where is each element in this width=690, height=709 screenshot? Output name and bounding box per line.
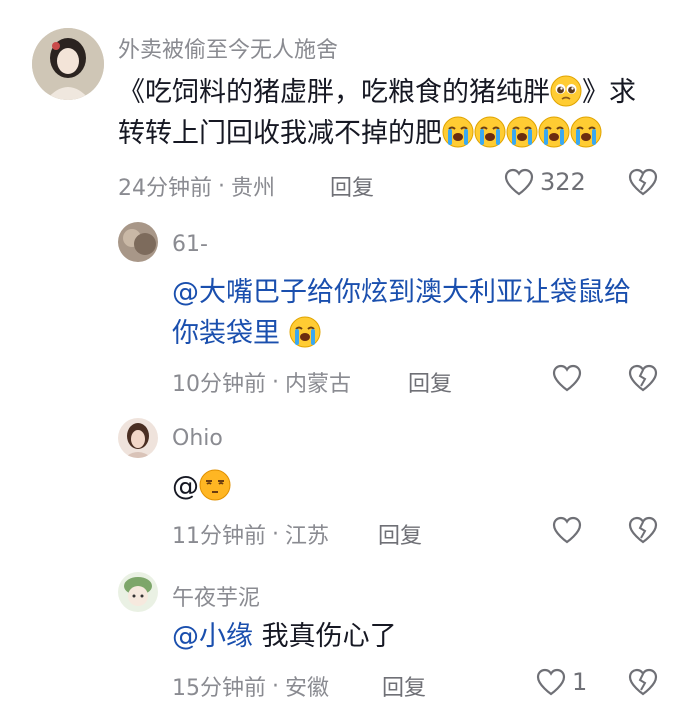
reply-meta: 15分钟前 · 安徽	[172, 670, 329, 702]
comment-text-line1: 《吃饲料的猪虚胖，吃粮食的猪纯胖	[118, 77, 550, 108]
meta-separator: ·	[272, 673, 279, 699]
reply-time: 15分钟前	[172, 676, 266, 701]
avatar[interactable]	[118, 572, 158, 612]
like-button[interactable]	[552, 516, 588, 544]
heart-icon	[504, 168, 534, 196]
mention-link[interactable]: @	[172, 471, 199, 502]
comment-text: 《吃饲料的猪虚胖，吃粮食的猪纯胖 》求 转转上门回收我减不掉的肥	[118, 72, 678, 154]
reply-text: @	[172, 466, 682, 507]
meta-separator: ·	[272, 521, 279, 547]
dislike-button[interactable]	[628, 364, 658, 396]
reply-location: 江苏	[285, 524, 330, 549]
broken-heart-icon	[628, 168, 658, 196]
avatar-image	[118, 418, 158, 458]
comment-text-line2: 转转上门回收我减不掉的肥	[118, 118, 442, 149]
avatar[interactable]	[118, 222, 158, 262]
reply-meta: 10分钟前 · 内蒙古	[172, 366, 351, 398]
reply-item: 午夜芋泥 @小缘 我真伤心了 15分钟前 · 安徽 回复 1	[0, 560, 690, 709]
like-button[interactable]: 1	[536, 668, 587, 696]
reply-text: @大嘴巴子给你炫到澳大利亚让袋鼠给 你装袋里	[172, 272, 682, 354]
heart-icon	[552, 364, 582, 392]
comment-text-line1-tail: 》求	[582, 77, 636, 108]
like-button[interactable]	[552, 364, 588, 392]
loudly-crying-face-icon	[570, 116, 602, 148]
reply-button[interactable]: 回复	[382, 670, 426, 702]
avatar[interactable]	[32, 28, 104, 100]
reply-username[interactable]: Ohio	[172, 426, 223, 451]
dislike-button[interactable]	[628, 668, 658, 700]
reply-location: 安徽	[285, 676, 330, 701]
reply-time: 11分钟前	[172, 524, 266, 549]
like-button[interactable]: 322	[504, 168, 586, 196]
loudly-crying-face-icon	[506, 116, 538, 148]
dislike-button[interactable]	[628, 516, 658, 548]
loudly-crying-face-icon	[442, 116, 474, 148]
reply-username[interactable]: 61-	[172, 232, 208, 257]
heart-icon	[552, 516, 582, 544]
heart-icon	[536, 668, 566, 696]
reply-item: Ohio @ 11分钟前 · 江苏 回复	[0, 410, 690, 560]
mention-link[interactable]: @小缘	[172, 621, 253, 652]
reply-text-body: 我真伤心了	[253, 621, 397, 652]
mention-link[interactable]: @大嘴巴子给你炫到澳大利亚让袋鼠给	[172, 277, 631, 308]
reply-time: 10分钟前	[172, 372, 266, 397]
reply-button[interactable]: 回复	[408, 366, 452, 398]
dislike-button[interactable]	[628, 168, 658, 200]
loudly-crying-face-icon	[289, 316, 321, 348]
loudly-crying-face-icon	[538, 116, 570, 148]
broken-heart-icon	[628, 516, 658, 544]
comment-username[interactable]: 外卖被偷至今无人施舍	[118, 32, 338, 64]
unamused-face-icon	[199, 469, 231, 501]
loudly-crying-face-icon	[474, 116, 506, 148]
meta-separator: ·	[272, 369, 279, 395]
comment-item: 外卖被偷至今无人施舍 《吃饲料的猪虚胖，吃粮食的猪纯胖 》求 转转上门回收我减不掉…	[0, 0, 690, 202]
broken-heart-icon	[628, 364, 658, 392]
reply-text: @小缘 我真伤心了	[172, 616, 682, 657]
comment-time: 24分钟前	[118, 176, 212, 201]
like-count: 1	[572, 668, 588, 696]
mention-link-cont[interactable]: 你装袋里	[172, 318, 280, 349]
reply-meta: 11分钟前 · 江苏	[172, 518, 329, 550]
meta-separator: ·	[218, 173, 225, 199]
reply-item: 61- @大嘴巴子给你炫到澳大利亚让袋鼠给 你装袋里 10分钟前 · 内蒙古 回…	[0, 200, 690, 410]
comment-location: 贵州	[231, 176, 276, 201]
reply-button[interactable]: 回复	[330, 170, 374, 202]
broken-heart-icon	[628, 668, 658, 696]
avatar-image	[118, 572, 158, 612]
comment-meta: 24分钟前 · 贵州	[118, 170, 275, 202]
reply-button[interactable]: 回复	[378, 518, 422, 550]
avatar-image	[32, 28, 104, 100]
avatar-image	[118, 222, 158, 262]
reply-location: 内蒙古	[285, 372, 352, 397]
like-count: 322	[540, 168, 586, 196]
reply-username[interactable]: 午夜芋泥	[172, 580, 260, 612]
avatar[interactable]	[118, 418, 158, 458]
pleading-face-icon	[550, 75, 582, 107]
